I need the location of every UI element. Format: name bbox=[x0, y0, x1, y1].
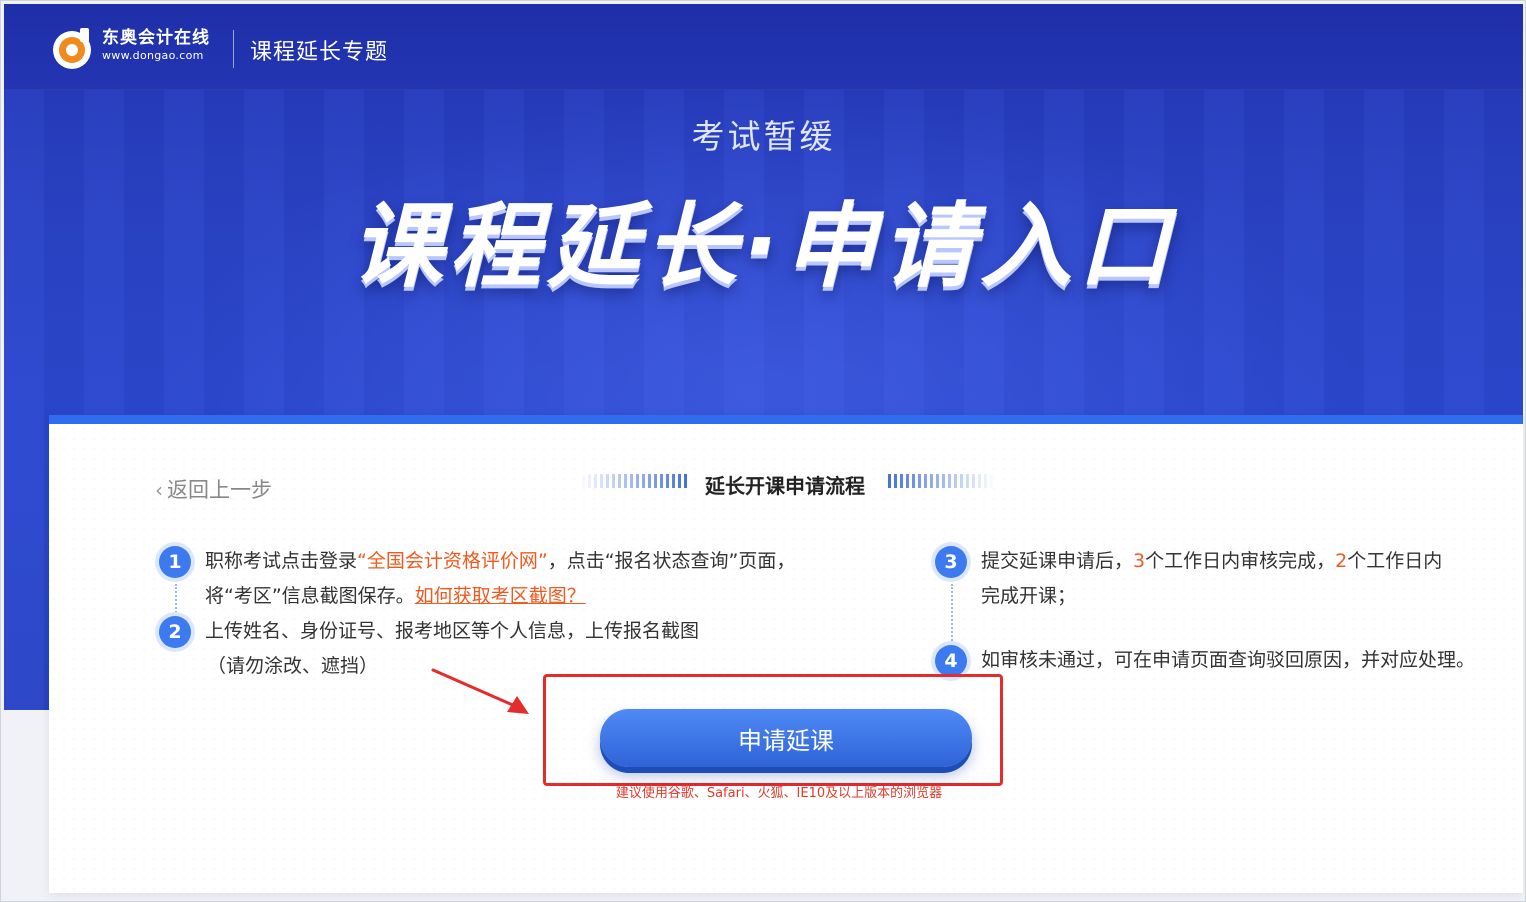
header-divider bbox=[233, 30, 234, 68]
step-connector bbox=[951, 584, 953, 644]
logo-url: www.dongao.com bbox=[102, 49, 204, 62]
step-1-line-1: 职称考试点击登录“全国会计资格评价网”，点击“报名状态查询”页面， bbox=[205, 544, 905, 579]
step-4-badge: 4 bbox=[935, 645, 967, 677]
open-days: 2 bbox=[1335, 550, 1348, 572]
header-title: 课程延长专题 bbox=[250, 40, 389, 65]
back-label: 返回上一步 bbox=[167, 478, 272, 502]
step-3-suffix: 个工作日内 bbox=[1347, 550, 1443, 572]
page-frame: 东奥会计在线 www.dongao.com 课程延长专题 考试暂缓 课程延长·申… bbox=[0, 0, 1526, 902]
step-1-badge: 1 bbox=[159, 546, 191, 578]
step-2-badge: 2 bbox=[159, 616, 191, 648]
flow-title-decoration-right bbox=[885, 474, 995, 488]
annotation-arrow-icon bbox=[431, 668, 529, 714]
step-3-text: 提交延课申请后，3个工作日内审核完成，2个工作日内 完成开课； bbox=[981, 544, 1501, 614]
back-link[interactable]: ‹ 返回上一步 bbox=[155, 474, 272, 504]
hero-kicker: 考试暂缓 bbox=[691, 117, 836, 156]
accounting-site-highlight: “全国会计资格评价网” bbox=[357, 550, 548, 572]
dongao-logo-icon[interactable] bbox=[50, 26, 94, 70]
top-bar: 东奥会计在线 www.dongao.com 课程延长专题 bbox=[4, 4, 1523, 90]
flow-title-decoration-left bbox=[579, 474, 689, 488]
step-1-prefix: 职称考试点击登录 bbox=[205, 550, 358, 572]
chevron-left-icon: ‹ bbox=[155, 478, 163, 502]
step-4-text: 如审核未通过，可在申请页面查询驳回原因，并对应处理。 bbox=[981, 643, 1521, 678]
step-3-line-2: 完成开课； bbox=[981, 585, 1077, 607]
step-3-line-1: 提交延课申请后，3个工作日内审核完成，2个工作日内 bbox=[981, 544, 1501, 579]
hero-title: 课程延长·申请入口 bbox=[351, 193, 1176, 300]
step-1-suffix: ，点击“报名状态查询”页面， bbox=[547, 550, 796, 572]
logo-text[interactable]: 东奥会计在线 www.dongao.com bbox=[102, 28, 210, 64]
step-1-text: 职称考试点击登录“全国会计资格评价网”，点击“报名状态查询”页面， 将“考区”信… bbox=[205, 544, 905, 614]
step-3-mid: 个工作日内审核完成， bbox=[1145, 550, 1336, 572]
flow-title: 延长开课申请流程 bbox=[705, 474, 865, 498]
browser-tip: 建议使用谷歌、Safari、火狐、IE10及以上版本的浏览器 bbox=[615, 786, 943, 801]
step-connector bbox=[175, 584, 177, 616]
step-3-prefix: 提交延课申请后， bbox=[981, 550, 1134, 572]
application-card: ‹ 返回上一步 延长开课申请流程 1 职称考试点击登录“全国会计资格评价网”，点击… bbox=[49, 415, 1523, 893]
screenshot-help-link[interactable]: 如何获取考区截图？ bbox=[415, 585, 586, 607]
step-4-line-1: 如审核未通过，可在申请页面查询驳回原因，并对应处理。 bbox=[981, 649, 1476, 671]
logo-name: 东奥会计在线 bbox=[102, 28, 210, 48]
step-1-line-2: 将“考区”信息截图保存。如何获取考区截图？ bbox=[205, 579, 905, 614]
step-2-line-1: 上传姓名、身份证号、报考地区等个人信息，上传报名截图 bbox=[205, 620, 700, 642]
apply-extension-button[interactable]: 申请延课 bbox=[600, 709, 972, 767]
review-days: 3 bbox=[1133, 550, 1146, 572]
step-3-badge: 3 bbox=[935, 546, 967, 578]
step-1-line-2-prefix: 将“考区”信息截图保存。 bbox=[205, 585, 415, 607]
